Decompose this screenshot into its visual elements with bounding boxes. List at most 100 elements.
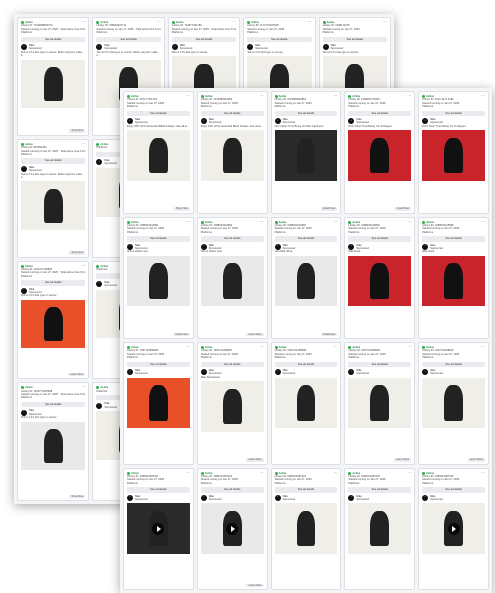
advertiser-avatar[interactable]: ✓ — [274, 494, 281, 501]
more-options-icon[interactable]: ⋯ — [481, 219, 485, 224]
ad-card[interactable]: Active ⋯ Library ID: 987654301 Started runn… — [17, 138, 90, 258]
cta-button[interactable]: Install Now — [320, 207, 338, 211]
more-options-icon[interactable]: ⋯ — [481, 93, 485, 98]
ad-card[interactable]: Active ⋯ Library ID: 1070 7718 497 Started … — [123, 91, 194, 214]
cta-button[interactable]: Shop Now — [69, 251, 86, 255]
advertiser-avatar[interactable]: ✓ — [21, 44, 27, 51]
more-options-icon[interactable]: ⋯ — [407, 344, 411, 349]
more-options-icon[interactable]: ⋯ — [260, 470, 264, 475]
ad-creative-image[interactable] — [127, 377, 190, 429]
more-options-icon[interactable]: ⋯ — [407, 470, 411, 475]
more-options-icon[interactable]: ⋯ — [81, 141, 85, 146]
cta-button[interactable]: Learn More — [393, 458, 412, 462]
advertiser-avatar[interactable]: ✓ — [422, 118, 429, 125]
more-options-icon[interactable]: ⋯ — [186, 470, 190, 475]
more-options-icon[interactable]: ⋯ — [186, 344, 190, 349]
ad-card[interactable]: Active ⋯ Library ID: 1080013487223 Started … — [270, 467, 342, 590]
advertiser-avatar[interactable]: ✓ — [200, 118, 207, 125]
advertiser-avatar[interactable]: ✓ — [348, 118, 355, 125]
more-options-icon[interactable]: ⋯ — [260, 219, 264, 224]
ad-card[interactable]: Active ⋯ Library ID: 1088943216895 Started … — [418, 216, 489, 339]
ad-card[interactable]: Active ⋯ Library ID: 1080013487222 Started … — [196, 467, 268, 590]
see-ad-details-button[interactable]: See ad details — [21, 36, 86, 43]
ad-card[interactable]: Active ⋯ Library ID: 1097724458909 Started … — [344, 342, 416, 465]
more-options-icon[interactable]: ⋯ — [186, 219, 190, 224]
ad-creative-image[interactable] — [21, 181, 86, 231]
cta-button[interactable]: Shop Now — [69, 494, 86, 498]
play-icon[interactable] — [152, 522, 165, 535]
ad-creative-image[interactable] — [348, 377, 412, 429]
advertiser-avatar[interactable]: ✓ — [322, 44, 329, 51]
advertiser-avatar[interactable]: ✓ — [96, 44, 103, 51]
ad-card[interactable]: Active ⋯ Library ID: 1088943216892 Started … — [196, 216, 268, 339]
advertiser-avatar[interactable]: ✓ — [422, 494, 429, 501]
ad-creative-image[interactable] — [274, 130, 338, 181]
see-ad-details-button[interactable]: See ad details — [21, 401, 86, 408]
advertiser-avatar[interactable]: ✓ — [274, 118, 281, 125]
ad-creative-image[interactable] — [348, 255, 412, 307]
advertiser-avatar[interactable]: ✓ — [422, 369, 429, 376]
see-ad-details-button[interactable]: See ad details — [127, 236, 190, 242]
ad-card[interactable]: Active ⋯ Library ID: 1097724458907 Started … — [196, 342, 268, 465]
see-ad-details-button[interactable]: See ad details — [274, 361, 338, 368]
more-options-icon[interactable]: ⋯ — [333, 470, 337, 475]
advertiser-avatar[interactable]: ✓ — [21, 166, 27, 173]
ad-card[interactable]: Active ⋯ Library ID: 1080013487221 Started … — [123, 467, 194, 590]
see-ad-details-button[interactable]: See ad details — [200, 236, 264, 242]
ad-creative-image[interactable] — [422, 130, 485, 181]
advertiser-avatar[interactable]: ✓ — [96, 281, 103, 288]
see-ad-details-button[interactable]: See ad details — [422, 236, 485, 242]
advertiser-avatar[interactable]: ✓ — [200, 494, 207, 501]
cta-button[interactable]: Install Now — [173, 332, 190, 336]
ad-creative-image[interactable] — [21, 59, 86, 109]
ad-card[interactable]: Active ⋯ Library ID: 1080013487224 Started … — [344, 467, 416, 590]
cta-button[interactable]: Learn More — [246, 583, 264, 587]
advertiser-avatar[interactable]: ✓ — [171, 44, 178, 51]
ad-creative-image[interactable] — [422, 255, 485, 307]
ad-card[interactable]: Active ⋯ Library ID: 7619098963373 Started … — [17, 17, 90, 136]
ad-card[interactable]: Active ⋯ Library ID: 1088943216894 Started … — [344, 216, 416, 339]
advertiser-avatar[interactable]: ✓ — [96, 159, 103, 166]
see-ad-details-button[interactable]: See ad details — [21, 280, 86, 286]
more-options-icon[interactable]: ⋯ — [481, 470, 485, 475]
see-ad-details-button[interactable]: See ad details — [348, 487, 412, 493]
ad-creative-image[interactable] — [200, 130, 264, 181]
more-options-icon[interactable]: ⋯ — [260, 344, 264, 349]
see-ad-details-button[interactable]: See ad details — [21, 158, 86, 164]
cta-button[interactable]: Learn More — [467, 458, 485, 462]
see-ad-details-button[interactable]: See ad details — [200, 487, 264, 493]
more-options-icon[interactable]: ⋯ — [333, 93, 337, 98]
ad-creative-image[interactable] — [274, 503, 338, 554]
more-options-icon[interactable]: ⋯ — [333, 219, 337, 224]
cta-button[interactable]: Learn More — [246, 332, 264, 336]
advertiser-avatar[interactable]: ✓ — [274, 369, 281, 376]
ad-creative-image[interactable] — [348, 503, 412, 554]
ad-creative-image[interactable] — [348, 130, 412, 181]
ad-creative-image[interactable] — [127, 503, 190, 554]
advertiser-avatar[interactable]: ✓ — [127, 369, 133, 376]
see-ad-details-button[interactable]: See ad details — [127, 361, 190, 368]
see-ad-details-button[interactable]: See ad details — [200, 110, 264, 117]
see-ad-details-button[interactable]: See ad details — [127, 110, 190, 117]
play-icon[interactable] — [226, 522, 239, 535]
ad-card[interactable]: Active ⋯ Library ID: 1097724458910 Started … — [418, 342, 489, 465]
advertiser-avatar[interactable]: ✓ — [96, 402, 103, 409]
ad-creative-image[interactable] — [200, 503, 264, 554]
see-ad-details-button[interactable]: See ad details — [96, 36, 161, 43]
advertiser-avatar[interactable]: ✓ — [247, 44, 254, 51]
ad-creative-image[interactable] — [274, 377, 338, 429]
advertiser-avatar[interactable]: ✓ — [127, 118, 133, 125]
more-options-icon[interactable]: ⋯ — [81, 19, 85, 24]
more-options-icon[interactable]: ⋯ — [383, 19, 387, 24]
advertiser-avatar[interactable]: ✓ — [348, 369, 355, 376]
cta-button[interactable]: Shop Now — [69, 129, 86, 133]
ad-card[interactable]: Active ⋯ Library ID: 1348007711900 Started … — [344, 91, 416, 214]
more-options-icon[interactable]: ⋯ — [481, 344, 485, 349]
ad-card[interactable]: Active ⋯ Library ID: 1074880910864 Started … — [270, 91, 342, 214]
ad-creative-image[interactable] — [21, 299, 86, 349]
more-options-icon[interactable]: ⋯ — [81, 263, 85, 268]
advertiser-avatar[interactable]: ✓ — [200, 369, 207, 376]
ad-card[interactable]: Active ⋯ Library ID: 1097724458906 Started … — [123, 342, 194, 465]
cta-button[interactable]: Learn More — [68, 372, 86, 377]
ad-creative-image[interactable] — [21, 421, 86, 471]
